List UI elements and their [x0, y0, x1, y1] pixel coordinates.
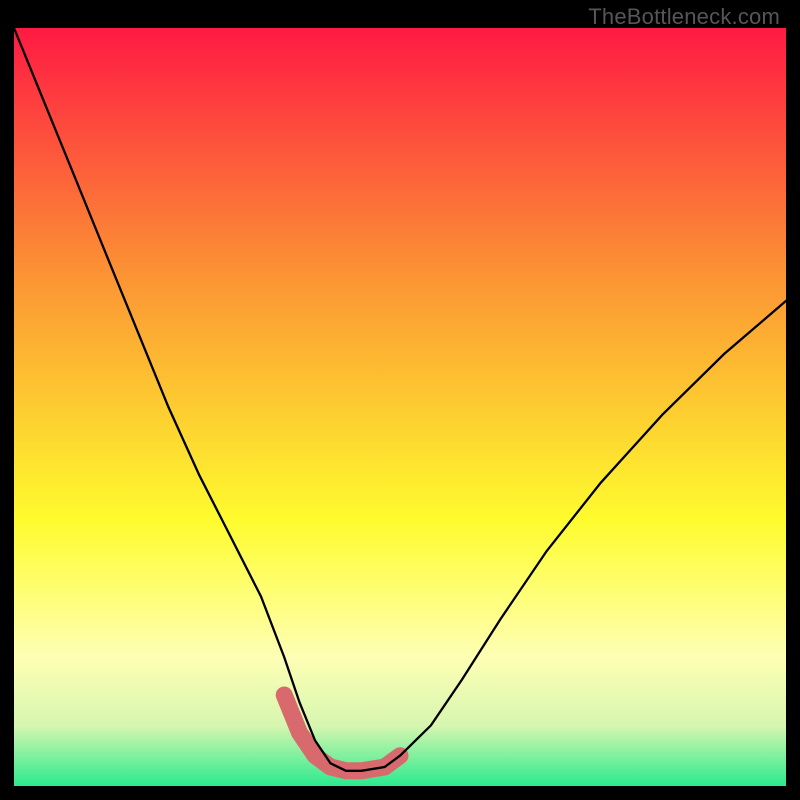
chart-svg: [14, 28, 786, 786]
plot-area: [14, 28, 786, 786]
image-frame: TheBottleneck.com: [0, 0, 800, 800]
watermark-text: TheBottleneck.com: [588, 4, 780, 30]
